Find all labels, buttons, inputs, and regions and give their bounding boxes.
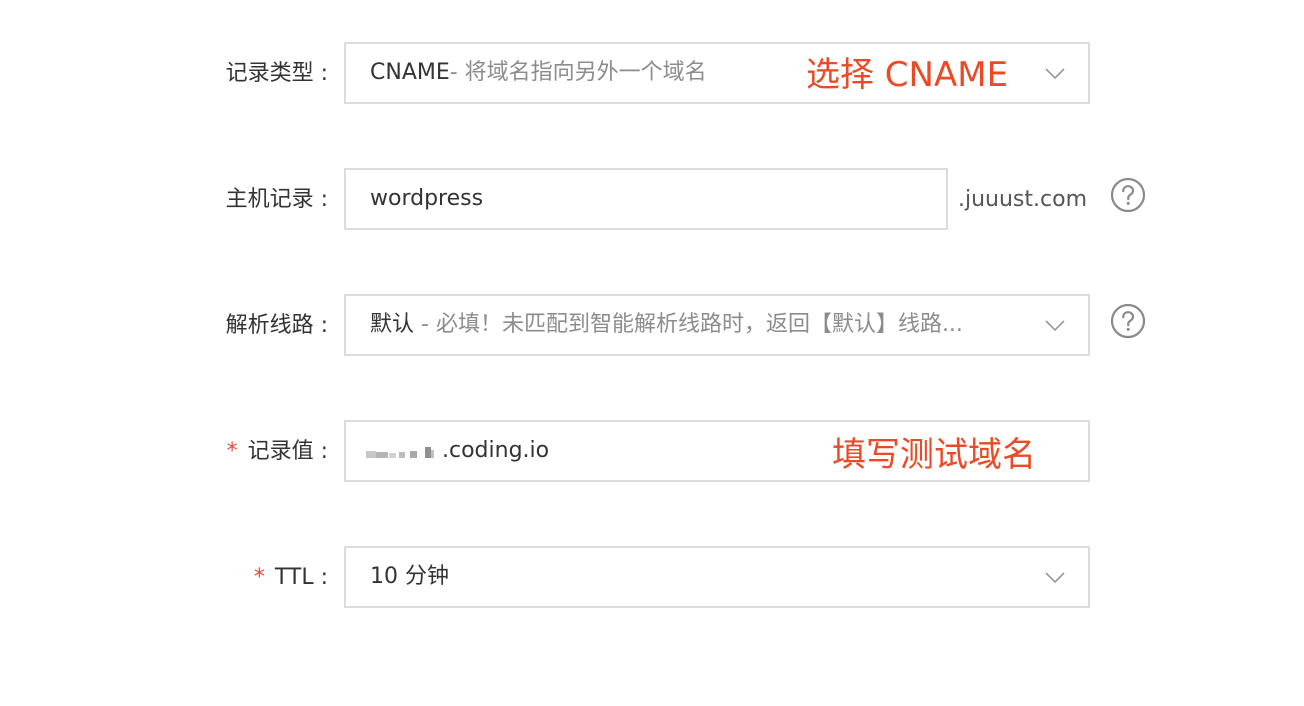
record-type-main: CNAME	[370, 60, 450, 85]
ttl-value: 10 分钟	[370, 564, 449, 589]
required-mark: *	[253, 565, 265, 590]
ttl-select[interactable]: 10 分钟	[344, 546, 1090, 608]
chevron-down-icon	[1045, 68, 1065, 80]
record-value-annotation: 填写测试域名	[832, 435, 1036, 475]
route-main: 默认	[370, 312, 415, 337]
host-record-input[interactable]: wordpress	[344, 168, 948, 230]
required-mark: *	[226, 439, 238, 464]
redacted-blur	[366, 447, 434, 458]
host-record-value: wordpress	[370, 186, 484, 211]
record-type-label: 记录类型 :	[225, 61, 328, 86]
ttl-label-text: TTL :	[274, 565, 328, 590]
route-value: 默认 - 必填！未匹配到智能解析线路时，返回【默认】线路...	[370, 296, 963, 354]
record-type-value: CNAME- 将域名指向另外一个域名	[370, 44, 707, 102]
question-circle-icon[interactable]	[1110, 303, 1146, 339]
route-desc: - 必填！未匹配到智能解析线路时，返回【默认】线路...	[414, 312, 963, 337]
host-record-label: 主机记录 :	[225, 187, 328, 212]
route-select[interactable]: 默认 - 必填！未匹配到智能解析线路时，返回【默认】线路...	[344, 294, 1090, 356]
domain-suffix: .juuust.com	[958, 187, 1088, 212]
record-value-label: * 记录值 :	[227, 437, 328, 467]
record-type-annotation: 选择 CNAME	[806, 55, 1009, 95]
record-value-label-text: 记录值 :	[247, 439, 328, 464]
record-value-text: .coding.io	[442, 438, 550, 463]
chevron-down-icon	[1045, 320, 1065, 332]
chevron-down-icon	[1045, 572, 1065, 584]
question-circle-icon[interactable]	[1110, 177, 1146, 213]
record-type-desc: - 将域名指向另外一个域名	[449, 60, 707, 85]
route-label: 解析线路 :	[225, 313, 328, 338]
dns-record-form: 记录类型 : CNAME- 将域名指向另外一个域名 选择 CNAME 主机记录 …	[0, 0, 1304, 706]
ttl-label: * TTL :	[254, 563, 328, 593]
